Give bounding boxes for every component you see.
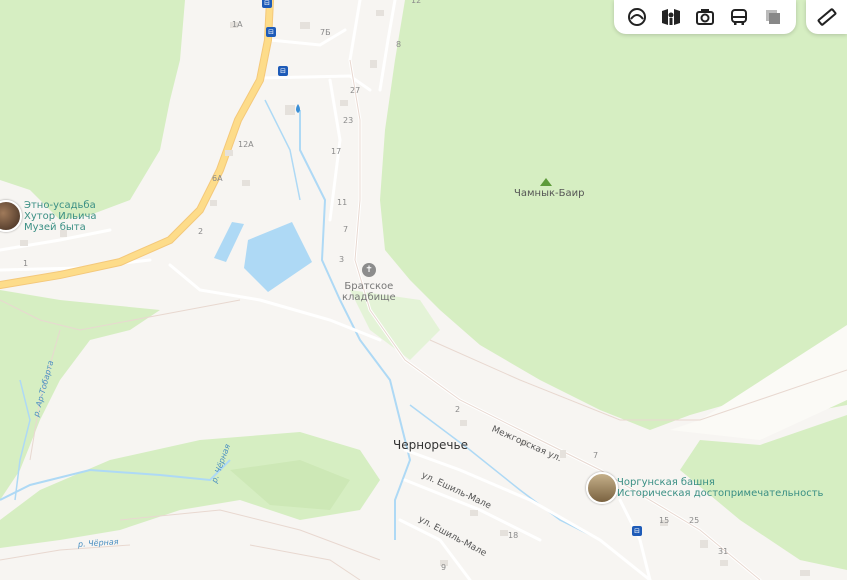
poi-cemetery-line2: кладбище <box>342 292 396 303</box>
poi-hutor-line2: Хутор Ильича <box>24 211 97 222</box>
poi-cemetery-line1: Братское <box>344 281 394 292</box>
cemetery-icon[interactable]: ✝ <box>362 263 376 277</box>
house-number: 9 <box>441 563 447 572</box>
house-number: 12A <box>238 140 254 149</box>
house-number: 15 <box>659 516 670 525</box>
ruler-icon <box>817 8 836 26</box>
ruler-button[interactable] <box>806 0 847 34</box>
bus-stop-icon[interactable]: ⊟ <box>262 0 272 8</box>
house-number: 8 <box>396 40 402 49</box>
poi-tower[interactable]: Чоргунская башня Историческая достоприме… <box>617 477 823 499</box>
house-number: 23 <box>343 116 354 125</box>
house-number: 11 <box>337 198 348 207</box>
poi-tower-line2: Историческая достопримечательность <box>617 488 824 499</box>
house-number: 6A <box>212 174 223 183</box>
layers-icon[interactable] <box>624 4 650 30</box>
house-number: 2 <box>455 405 461 414</box>
bus-stop-icon[interactable]: ⊟ <box>266 27 276 37</box>
poi-hutor[interactable]: Этно-усадьба Хутор Ильича Музей быта <box>24 200 97 233</box>
house-number: 7 <box>593 451 599 460</box>
poi-hutor-line1: Этно-усадьба <box>24 200 96 211</box>
house-number: 17 <box>331 147 342 156</box>
house-number: 12 <box>411 0 422 5</box>
house-number: 7Б <box>320 28 331 37</box>
bus-stop-icon[interactable]: ⊟ <box>278 66 288 76</box>
map-type-icon[interactable] <box>760 4 786 30</box>
house-number: 31 <box>718 547 729 556</box>
poi-hutor-line3: Музей быта <box>24 222 86 233</box>
house-number: 18 <box>508 531 519 540</box>
house-number: 3 <box>339 255 345 264</box>
photo-icon[interactable] <box>692 4 718 30</box>
house-number: 2 <box>198 227 204 236</box>
poi-tower-line1: Чоргунская башня <box>617 477 715 488</box>
house-number: 25 <box>689 516 700 525</box>
house-number: 1 <box>23 259 29 268</box>
transport-icon[interactable] <box>726 4 752 30</box>
map-toolbar <box>614 0 796 34</box>
poi-cemetery[interactable]: Братское кладбище <box>342 281 396 303</box>
house-number: 1A <box>232 20 243 29</box>
poi-tower-photo[interactable] <box>586 472 618 504</box>
house-number: 27 <box>350 86 361 95</box>
panorama-icon[interactable] <box>658 4 684 30</box>
house-number: 7 <box>343 225 349 234</box>
bus-stop-icon[interactable]: ⊟ <box>632 526 642 536</box>
place-label-chernorechye[interactable]: Черноречье <box>393 438 468 452</box>
peak-label-chamnyk-bair[interactable]: Чамнык-Баир <box>514 188 584 199</box>
